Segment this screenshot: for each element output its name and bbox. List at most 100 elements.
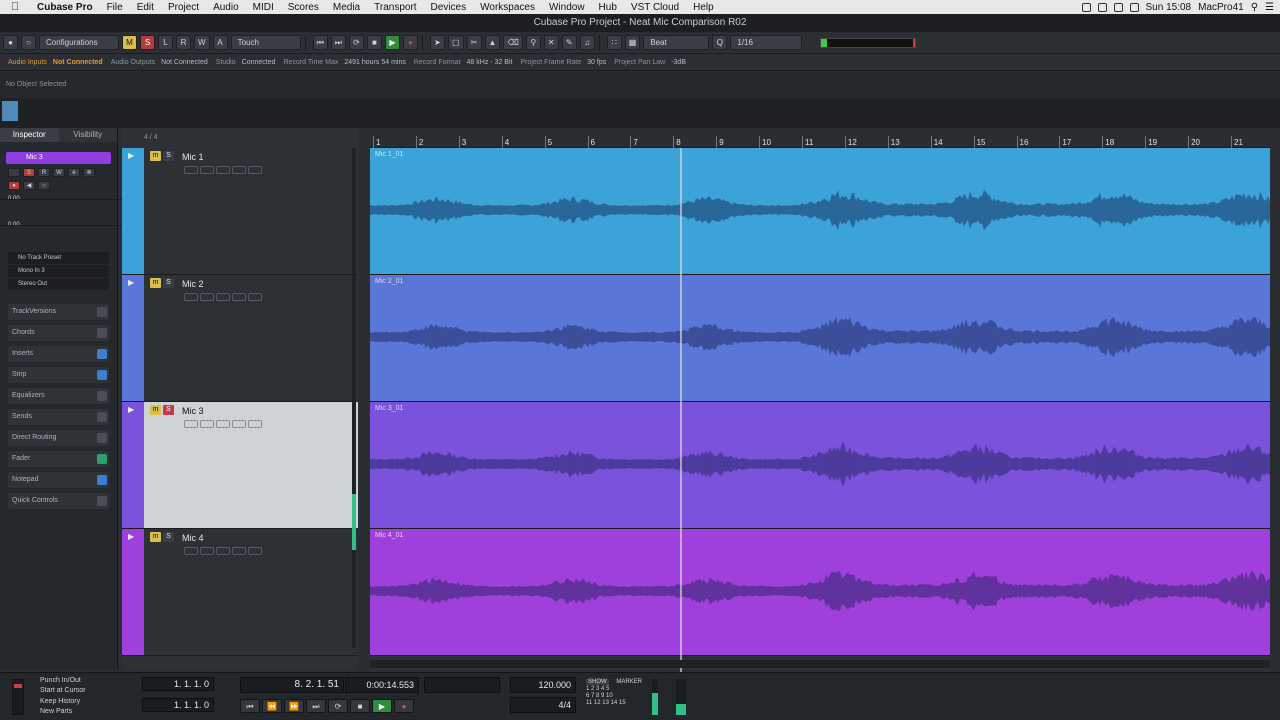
automation-mode-dropdown[interactable]: Touch [230, 35, 301, 50]
split-tool[interactable]: ✂ [466, 35, 482, 50]
start-at-cursor-option[interactable]: Start at Cursor [40, 687, 86, 694]
cycle-button[interactable]: ⟳ [348, 35, 364, 50]
expand-icon[interactable]: ▶ [128, 532, 134, 541]
monitor-button[interactable] [200, 166, 214, 174]
solo-button[interactable]: S [23, 168, 35, 177]
record-enable-button[interactable] [184, 547, 198, 555]
track-body[interactable]: m S Mic 1 [144, 148, 358, 274]
inspector-track-name[interactable]: Mic 3 [6, 152, 111, 164]
tempo-display[interactable]: 120.000 [510, 677, 576, 693]
record-enable-button[interactable] [184, 166, 198, 174]
glue-tool[interactable]: ▲ [484, 35, 501, 50]
time-display[interactable]: 0:00:14.553 [345, 677, 419, 693]
range-tool[interactable]: ▢ [447, 35, 464, 50]
edit-button[interactable] [248, 293, 262, 301]
monitor-button[interactable]: ◀ [23, 181, 35, 190]
section-toggle-icon[interactable] [97, 433, 107, 443]
read-button[interactable] [216, 166, 230, 174]
cpu-meter[interactable] [12, 679, 24, 715]
tab-visibility[interactable]: Visibility [58, 128, 117, 142]
inspector-section[interactable]: Notepad [8, 472, 109, 488]
rewind-button[interactable]: ⏪ [262, 699, 282, 713]
fast-forward-button[interactable]: ⏩ [284, 699, 304, 713]
inspector-section[interactable]: Chords [8, 325, 109, 341]
project-cursor[interactable] [679, 148, 682, 678]
inspector-section[interactable]: Equalizers [8, 388, 109, 404]
studio-label[interactable]: Studio [216, 59, 236, 66]
track-header[interactable]: ▶ m S Mic 1 [122, 148, 358, 275]
grid-type-dropdown[interactable]: Beat [643, 35, 710, 50]
menu-item[interactable]: Scores [281, 2, 326, 13]
section-toggle-icon[interactable] [97, 349, 107, 359]
clock[interactable]: Sun 15:08 [1146, 2, 1192, 13]
left-locator[interactable]: 1. 1. 1. 0 [142, 677, 214, 691]
input-routing-field[interactable]: Mono In 3 [8, 265, 109, 277]
scrollbar-thumb[interactable] [352, 494, 356, 550]
track-preset-field[interactable]: No Track Preset [8, 252, 109, 264]
edit-button[interactable] [248, 547, 262, 555]
edit-button[interactable] [248, 420, 262, 428]
monitor-button[interactable] [200, 293, 214, 301]
audio-inputs-label[interactable]: Audio Inputs [8, 59, 47, 66]
snap-button[interactable]: ∷ [606, 35, 622, 50]
configurations-dropdown[interactable]: Configurations [39, 35, 119, 50]
track-body[interactable]: m S Mic 3 [144, 402, 358, 528]
quantize-dropdown[interactable]: 1/16 [730, 35, 803, 50]
keep-history-option[interactable]: Keep History [40, 698, 80, 705]
monitor-button[interactable] [200, 547, 214, 555]
section-toggle-icon[interactable] [97, 307, 107, 317]
expand-icon[interactable]: ▶ [128, 405, 134, 414]
overview-thumb[interactable] [2, 101, 18, 121]
track-color-stripe[interactable]: ▶ [122, 529, 144, 655]
mute-button[interactable]: m [150, 405, 161, 415]
read-button[interactable]: R [38, 168, 50, 177]
record-enable-button[interactable]: ● [8, 181, 20, 190]
menu-item[interactable]: VST Cloud [624, 2, 686, 13]
section-toggle-icon[interactable] [97, 475, 107, 485]
project-timeline[interactable]: 1 2 3 4 5 6 7 8 9 10 11 12 13 14 15 16 17 18 19 20 21 Mic 1_… [370, 128, 1270, 678]
mute-all-button[interactable]: M [122, 35, 137, 50]
marker-row[interactable]: 6 7 8 9 10 [586, 693, 642, 700]
write-button[interactable]: W [194, 35, 210, 50]
stop-button[interactable]: ■ [350, 699, 370, 713]
goto-start-button[interactable]: ⏮ [240, 699, 260, 713]
freeze-button[interactable]: ❄ [83, 168, 95, 177]
menu-item[interactable]: Transport [367, 2, 423, 13]
solo-button[interactable]: S [163, 151, 174, 161]
erase-tool[interactable]: ⌫ [503, 35, 523, 50]
section-toggle-icon[interactable] [97, 454, 107, 464]
inspector-section[interactable]: Quick Controls [8, 493, 109, 509]
play-tool[interactable]: ♫ [579, 35, 595, 50]
track-body[interactable]: m S Mic 2 [144, 275, 358, 401]
lock-button[interactable]: ○ [38, 181, 50, 190]
write-button[interactable] [232, 166, 246, 174]
record-format-label[interactable]: Record Format [414, 59, 461, 66]
section-toggle-icon[interactable] [97, 391, 107, 401]
solo-button[interactable]: S [163, 405, 174, 415]
track-body[interactable]: m S Mic 4 [144, 529, 358, 655]
track-name[interactable]: Mic 3 [182, 406, 204, 416]
mute-button[interactable]: m [150, 151, 161, 161]
read-button[interactable]: R [176, 35, 191, 50]
goto-start-button[interactable]: ⏮ [312, 35, 328, 50]
zoom-tool[interactable]: ⚲ [525, 35, 541, 50]
track-name[interactable]: Mic 4 [182, 533, 204, 543]
performance-meter[interactable] [820, 37, 917, 48]
menu-item[interactable]: Edit [130, 2, 161, 13]
menu-item[interactable]: MIDI [246, 2, 281, 13]
menu-icon[interactable]: ☰ [1265, 2, 1274, 13]
position-display[interactable]: 8. 2. 1. 51 [240, 677, 344, 693]
monitor-button[interactable] [200, 420, 214, 428]
new-parts-option[interactable]: New Parts [40, 708, 72, 715]
inspector-section[interactable]: Fader [8, 451, 109, 467]
write-button[interactable]: W [53, 168, 65, 177]
write-button[interactable] [232, 547, 246, 555]
inspector-section[interactable]: Sends [8, 409, 109, 425]
horizontal-scrollbar[interactable] [370, 660, 1270, 668]
section-toggle-icon[interactable] [97, 496, 107, 506]
play-button[interactable]: ▶ [384, 35, 400, 50]
expand-icon[interactable]: ▶ [128, 151, 134, 160]
read-button[interactable] [216, 420, 230, 428]
audio-outputs-label[interactable]: Audio Outputs [111, 59, 155, 66]
menu-item[interactable]: Window [542, 2, 592, 13]
